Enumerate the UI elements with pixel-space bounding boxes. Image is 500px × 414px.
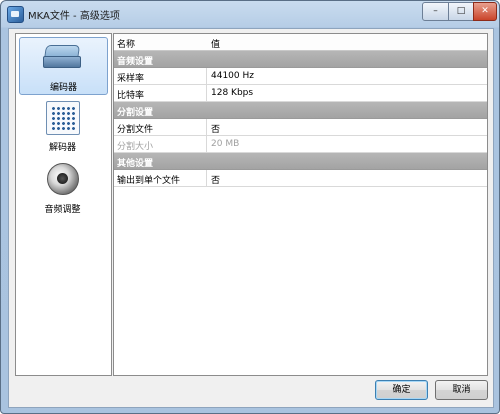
ok-button[interactable]: 确定 (375, 380, 428, 400)
header-name: 名称 (117, 40, 136, 50)
category-label: 分割设置 (117, 108, 154, 118)
property-value: 20 MB (211, 139, 240, 149)
app-icon (7, 6, 24, 23)
property-name: 分割文件 (117, 125, 154, 135)
sidebar-item-label: 解码器 (48, 143, 76, 153)
property-name: 采样率 (117, 74, 145, 84)
title-bar[interactable]: MKA文件 - 高级选项 – □ ✕ (1, 1, 499, 27)
property-value[interactable]: 否 (211, 122, 220, 135)
property-name: 比特率 (117, 91, 145, 101)
header-value: 值 (211, 40, 221, 50)
category-row-audio[interactable]: 音频设置 (114, 51, 487, 68)
sidebar-item-audio-adjust[interactable]: 音频调整 (19, 160, 106, 216)
property-name: 分割大小 (117, 142, 154, 152)
close-button[interactable]: ✕ (473, 2, 497, 21)
property-row-sample-rate[interactable]: 采样率 44100 Hz (114, 68, 487, 85)
property-row-single-file[interactable]: 输出到单个文件 否 (114, 170, 487, 187)
dialog-window: MKA文件 - 高级选项 – □ ✕ 编码器 解码器 音频调整 名称 值 音频设… (0, 0, 500, 414)
decoder-icon (46, 101, 80, 135)
property-row-bitrate[interactable]: 比特率 128 Kbps (114, 85, 487, 102)
property-value[interactable]: 128 Kbps (211, 88, 253, 98)
category-row-split[interactable]: 分割设置 (114, 102, 487, 119)
property-value[interactable]: 否 (211, 173, 220, 186)
grid-header: 名称 值 (114, 34, 487, 51)
encoder-icon (43, 45, 81, 68)
property-row-split-size: 分割大小 20 MB (114, 136, 487, 153)
category-label: 音频设置 (117, 57, 154, 67)
window-title: MKA文件 - 高级选项 (28, 11, 120, 22)
property-grid: 名称 值 音频设置 采样率 44100 Hz 比特率 128 Kbps 分割设置… (113, 33, 488, 376)
dialog-body: 编码器 解码器 音频调整 名称 值 音频设置 采样率 44100 Hz 比特率 … (8, 28, 494, 408)
sidebar-item-decoder[interactable]: 解码器 (19, 98, 106, 154)
sidebar-item-encoder[interactable]: 编码器 (19, 37, 108, 95)
sidebar-item-label: 音频调整 (44, 205, 81, 215)
category-row-other[interactable]: 其他设置 (114, 153, 487, 170)
minimize-button[interactable]: – (422, 2, 449, 21)
category-label: 其他设置 (117, 159, 154, 169)
cancel-button[interactable]: 取消 (435, 380, 488, 400)
maximize-button[interactable]: □ (448, 2, 474, 21)
category-sidebar: 编码器 解码器 音频调整 (15, 33, 112, 376)
property-value[interactable]: 44100 Hz (211, 71, 254, 81)
sidebar-item-label: 编码器 (49, 83, 77, 93)
audio-adjust-icon (47, 163, 79, 195)
property-name: 输出到单个文件 (117, 176, 181, 186)
property-row-split-file[interactable]: 分割文件 否 (114, 119, 487, 136)
